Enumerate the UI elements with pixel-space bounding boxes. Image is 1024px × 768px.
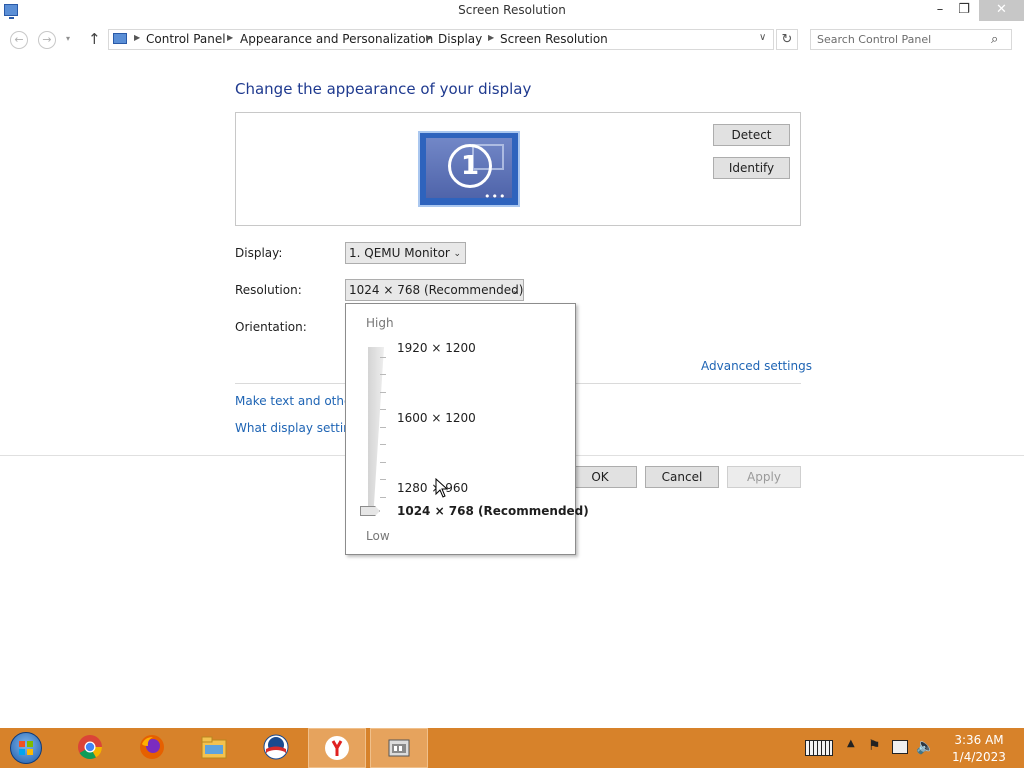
- control-panel-icon: [388, 739, 410, 757]
- monitor-screen: 1 •••: [426, 138, 512, 203]
- slider-high-label: High: [366, 316, 394, 330]
- search-box[interactable]: ⌕: [810, 29, 1012, 50]
- monitor-1-image[interactable]: 1 •••: [418, 131, 520, 207]
- taskbar-yandex[interactable]: [308, 728, 366, 768]
- title-bar: Screen Resolution – ❐ ✕: [0, 0, 1024, 22]
- taskbar-file-explorer[interactable]: [188, 730, 238, 766]
- detect-button[interactable]: Detect: [713, 124, 790, 146]
- resolution-label: Resolution:: [235, 283, 302, 297]
- clock-date[interactable]: 1/4/2023: [940, 750, 1018, 764]
- breadcrumb-separator-icon[interactable]: ▶: [134, 33, 140, 42]
- slider-low-label: Low: [366, 529, 390, 543]
- resolution-slider-track[interactable]: [368, 347, 384, 511]
- back-button[interactable]: ←: [10, 31, 28, 49]
- breadcrumb-display[interactable]: Display: [438, 32, 482, 46]
- recent-locations-dropdown[interactable]: ▾: [66, 34, 70, 43]
- slider-tick: [380, 462, 386, 463]
- taskbar-app[interactable]: [250, 730, 300, 766]
- breadcrumb-screen-resolution[interactable]: Screen Resolution: [500, 32, 608, 46]
- taskbar-firefox[interactable]: [126, 730, 176, 766]
- window-title: Screen Resolution: [458, 3, 566, 17]
- text-size-link[interactable]: Make text and other: [235, 394, 356, 408]
- breadcrumb-control-panel[interactable]: Control Panel: [146, 32, 226, 46]
- minimize-button[interactable]: –: [928, 0, 952, 21]
- slider-tick: [380, 392, 386, 393]
- control-panel-icon: [113, 33, 127, 44]
- taskbar-control-panel[interactable]: [370, 728, 428, 768]
- resolution-select-value: 1024 × 768 (Recommended): [349, 283, 524, 297]
- folder-icon: [201, 736, 227, 759]
- address-bar[interactable]: ▶ Control Panel ▶ Appearance and Persona…: [108, 29, 774, 50]
- slider-tick: [380, 357, 386, 358]
- resolution-slider-thumb[interactable]: [360, 506, 380, 516]
- cancel-button[interactable]: Cancel: [645, 466, 719, 488]
- page-title: Change the appearance of your display: [235, 80, 532, 98]
- breadcrumb-appearance[interactable]: Appearance and Personalization: [240, 32, 433, 46]
- forward-button[interactable]: →: [38, 31, 56, 49]
- keyboard-icon[interactable]: [805, 740, 833, 756]
- chevron-down-icon: ⌄: [511, 286, 519, 296]
- chevron-down-icon: ⌄: [453, 249, 461, 259]
- refresh-button[interactable]: ↻: [776, 29, 798, 50]
- monitor-dots-icon: •••: [484, 190, 507, 203]
- search-icon[interactable]: ⌕: [991, 32, 998, 47]
- slider-tick: [380, 427, 386, 428]
- resolution-option[interactable]: 1920 × 1200: [397, 341, 476, 355]
- display-label: Display:: [235, 246, 283, 260]
- resolution-select[interactable]: 1024 × 768 (Recommended) ⌄: [345, 279, 524, 301]
- breadcrumb-separator-icon[interactable]: ▶: [488, 33, 494, 42]
- monitor-number: 1: [448, 144, 492, 188]
- volume-icon[interactable]: 🔈: [916, 737, 935, 755]
- mouse-cursor-icon: [435, 478, 449, 498]
- apply-button[interactable]: Apply: [727, 466, 801, 488]
- resolution-option[interactable]: 1600 × 1200: [397, 411, 476, 425]
- chrome-icon: [78, 735, 102, 760]
- display-select-value: 1. QEMU Monitor: [349, 246, 450, 260]
- yandex-icon: [325, 736, 349, 760]
- firefox-icon: [140, 735, 164, 759]
- resolution-option-selected[interactable]: 1024 × 768 (Recommended): [397, 504, 589, 518]
- resolution-option[interactable]: 1280 × 960: [397, 481, 468, 495]
- display-select[interactable]: 1. QEMU Monitor ⌄: [345, 242, 466, 264]
- orientation-label: Orientation:: [235, 320, 307, 334]
- start-button[interactable]: [6, 730, 44, 766]
- resolution-dropdown-popup: High 1920 × 1200 1600 × 1200 1280 × 960 …: [345, 303, 589, 555]
- breadcrumb-separator-icon[interactable]: ▶: [426, 33, 432, 42]
- obama-logo-icon: [263, 734, 289, 760]
- clock-time[interactable]: 3:36 AM: [940, 733, 1018, 747]
- display-settings-help-link[interactable]: What display settin: [235, 421, 351, 435]
- restore-button[interactable]: ❐: [952, 0, 976, 21]
- windows-logo-icon: [10, 732, 42, 764]
- identify-button[interactable]: Identify: [713, 157, 790, 179]
- taskbar-chrome[interactable]: [64, 730, 114, 766]
- advanced-settings-link[interactable]: Advanced settings: [701, 359, 812, 373]
- up-button[interactable]: ↑: [88, 30, 101, 48]
- slider-tick: [380, 409, 386, 410]
- search-input[interactable]: [817, 33, 987, 46]
- slider-tick: [380, 374, 386, 375]
- close-button[interactable]: ✕: [979, 0, 1024, 21]
- slider-tick: [380, 497, 386, 498]
- slider-tick: [380, 444, 386, 445]
- show-hidden-icons-icon[interactable]: ▲: [847, 738, 855, 749]
- monitor-panel: 1 ••• Detect Identify: [235, 112, 801, 226]
- breadcrumb-separator-icon[interactable]: ▶: [227, 33, 233, 42]
- network-icon[interactable]: [892, 740, 908, 754]
- chevron-down-icon[interactable]: ∨: [759, 32, 766, 43]
- action-center-flag-icon[interactable]: ⚑: [868, 738, 881, 754]
- slider-tick: [380, 479, 386, 480]
